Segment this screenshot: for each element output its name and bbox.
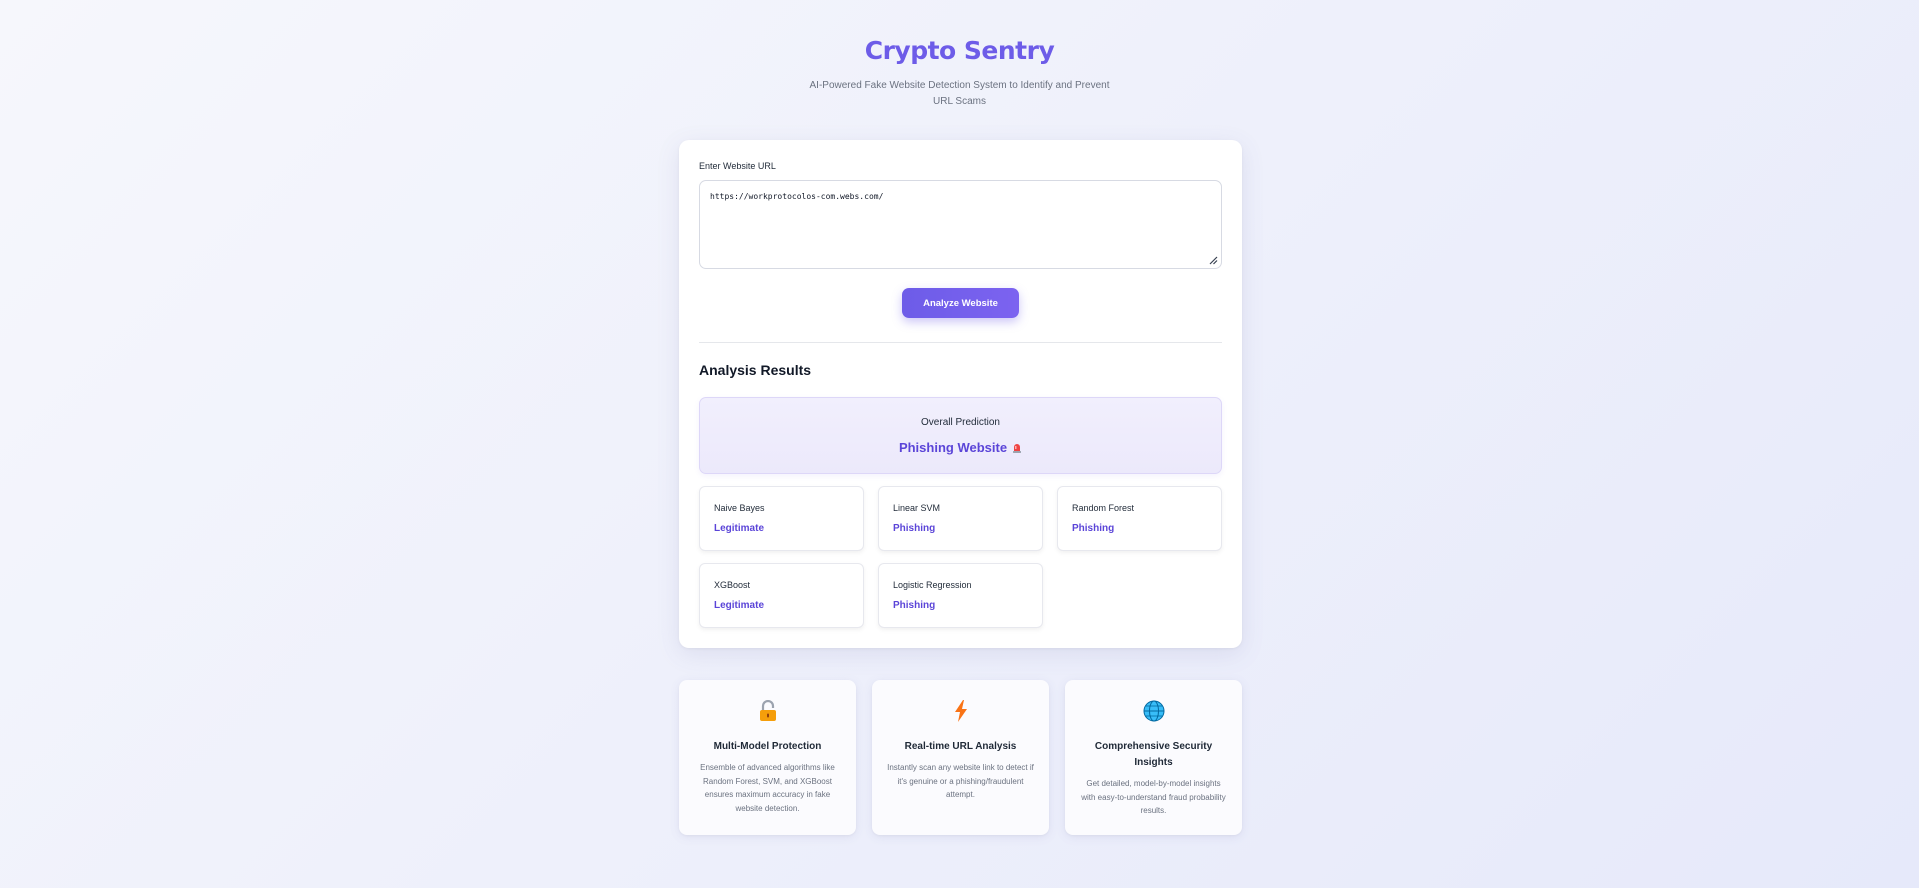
section-divider bbox=[699, 342, 1222, 343]
model-name: Logistic Regression bbox=[893, 580, 972, 590]
lightning-icon bbox=[954, 700, 967, 722]
feature-card-multi-model: Multi-Model Protection Ensemble of advan… bbox=[679, 680, 856, 835]
model-card-linear-svm: Linear SVM Phishing bbox=[878, 486, 1043, 551]
model-result: Phishing bbox=[1072, 523, 1115, 534]
model-result: Phishing bbox=[893, 600, 936, 611]
model-result: Legitimate bbox=[714, 523, 765, 534]
overall-prediction-label: Overall Prediction bbox=[921, 417, 1000, 428]
lock-icon bbox=[759, 700, 776, 721]
alarm-icon bbox=[1013, 444, 1022, 453]
model-result: Legitimate bbox=[714, 600, 765, 611]
app-subtitle: AI-Powered Fake Website Detection System… bbox=[809, 80, 1110, 107]
results-title: Analysis Results bbox=[699, 362, 812, 378]
feature-card-realtime: Real-time URL Analysis Instantly scan an… bbox=[872, 680, 1049, 835]
feature-description: Ensemble of advanced algorithms like Ran… bbox=[700, 763, 835, 813]
app-title: Crypto Sentry bbox=[864, 36, 1055, 65]
model-name: Random Forest bbox=[1072, 503, 1135, 513]
model-name: XGBoost bbox=[714, 580, 751, 590]
feature-title: Comprehensive Security Insights bbox=[1094, 741, 1213, 768]
model-card-logistic-regression: Logistic Regression Phishing bbox=[878, 563, 1043, 628]
resize-handle-icon[interactable] bbox=[1209, 256, 1218, 265]
model-card-naive-bayes: Naive Bayes Legitimate bbox=[699, 486, 864, 551]
overall-prediction-value-row: Phishing Website bbox=[700, 440, 1221, 455]
feature-description: Get detailed, model-by-model insights wi… bbox=[1081, 779, 1226, 815]
analyze-website-button[interactable]: Analyze Website bbox=[902, 288, 1019, 318]
overall-prediction-panel: Overall Prediction Phishing Website bbox=[699, 397, 1222, 474]
feature-card-security-insights: Comprehensive Security Insights Get deta… bbox=[1065, 680, 1242, 835]
analysis-card: Enter Website URL https://workprotocolos… bbox=[679, 140, 1242, 648]
model-name: Linear SVM bbox=[893, 503, 941, 513]
page-header: Crypto Sentry AI-Powered Fake Website De… bbox=[0, 36, 1919, 110]
globe-icon bbox=[1143, 700, 1164, 722]
feature-title: Multi-Model Protection bbox=[713, 741, 822, 752]
feature-description: Instantly scan any website link to detec… bbox=[887, 763, 1034, 799]
feature-title: Real-time URL Analysis bbox=[904, 741, 1017, 752]
model-result: Phishing bbox=[893, 523, 936, 534]
url-input[interactable]: https://workprotocolos-com.webs.com/ bbox=[699, 180, 1222, 269]
model-name: Naive Bayes bbox=[714, 503, 765, 513]
model-card-xgboost: XGBoost Legitimate bbox=[699, 563, 864, 628]
url-input-value: https://workprotocolos-com.webs.com/ bbox=[710, 192, 884, 201]
model-card-random-forest: Random Forest Phishing bbox=[1057, 486, 1222, 551]
overall-prediction-value: Phishing Website bbox=[898, 440, 1008, 455]
url-label: Enter Website URL bbox=[699, 161, 776, 171]
